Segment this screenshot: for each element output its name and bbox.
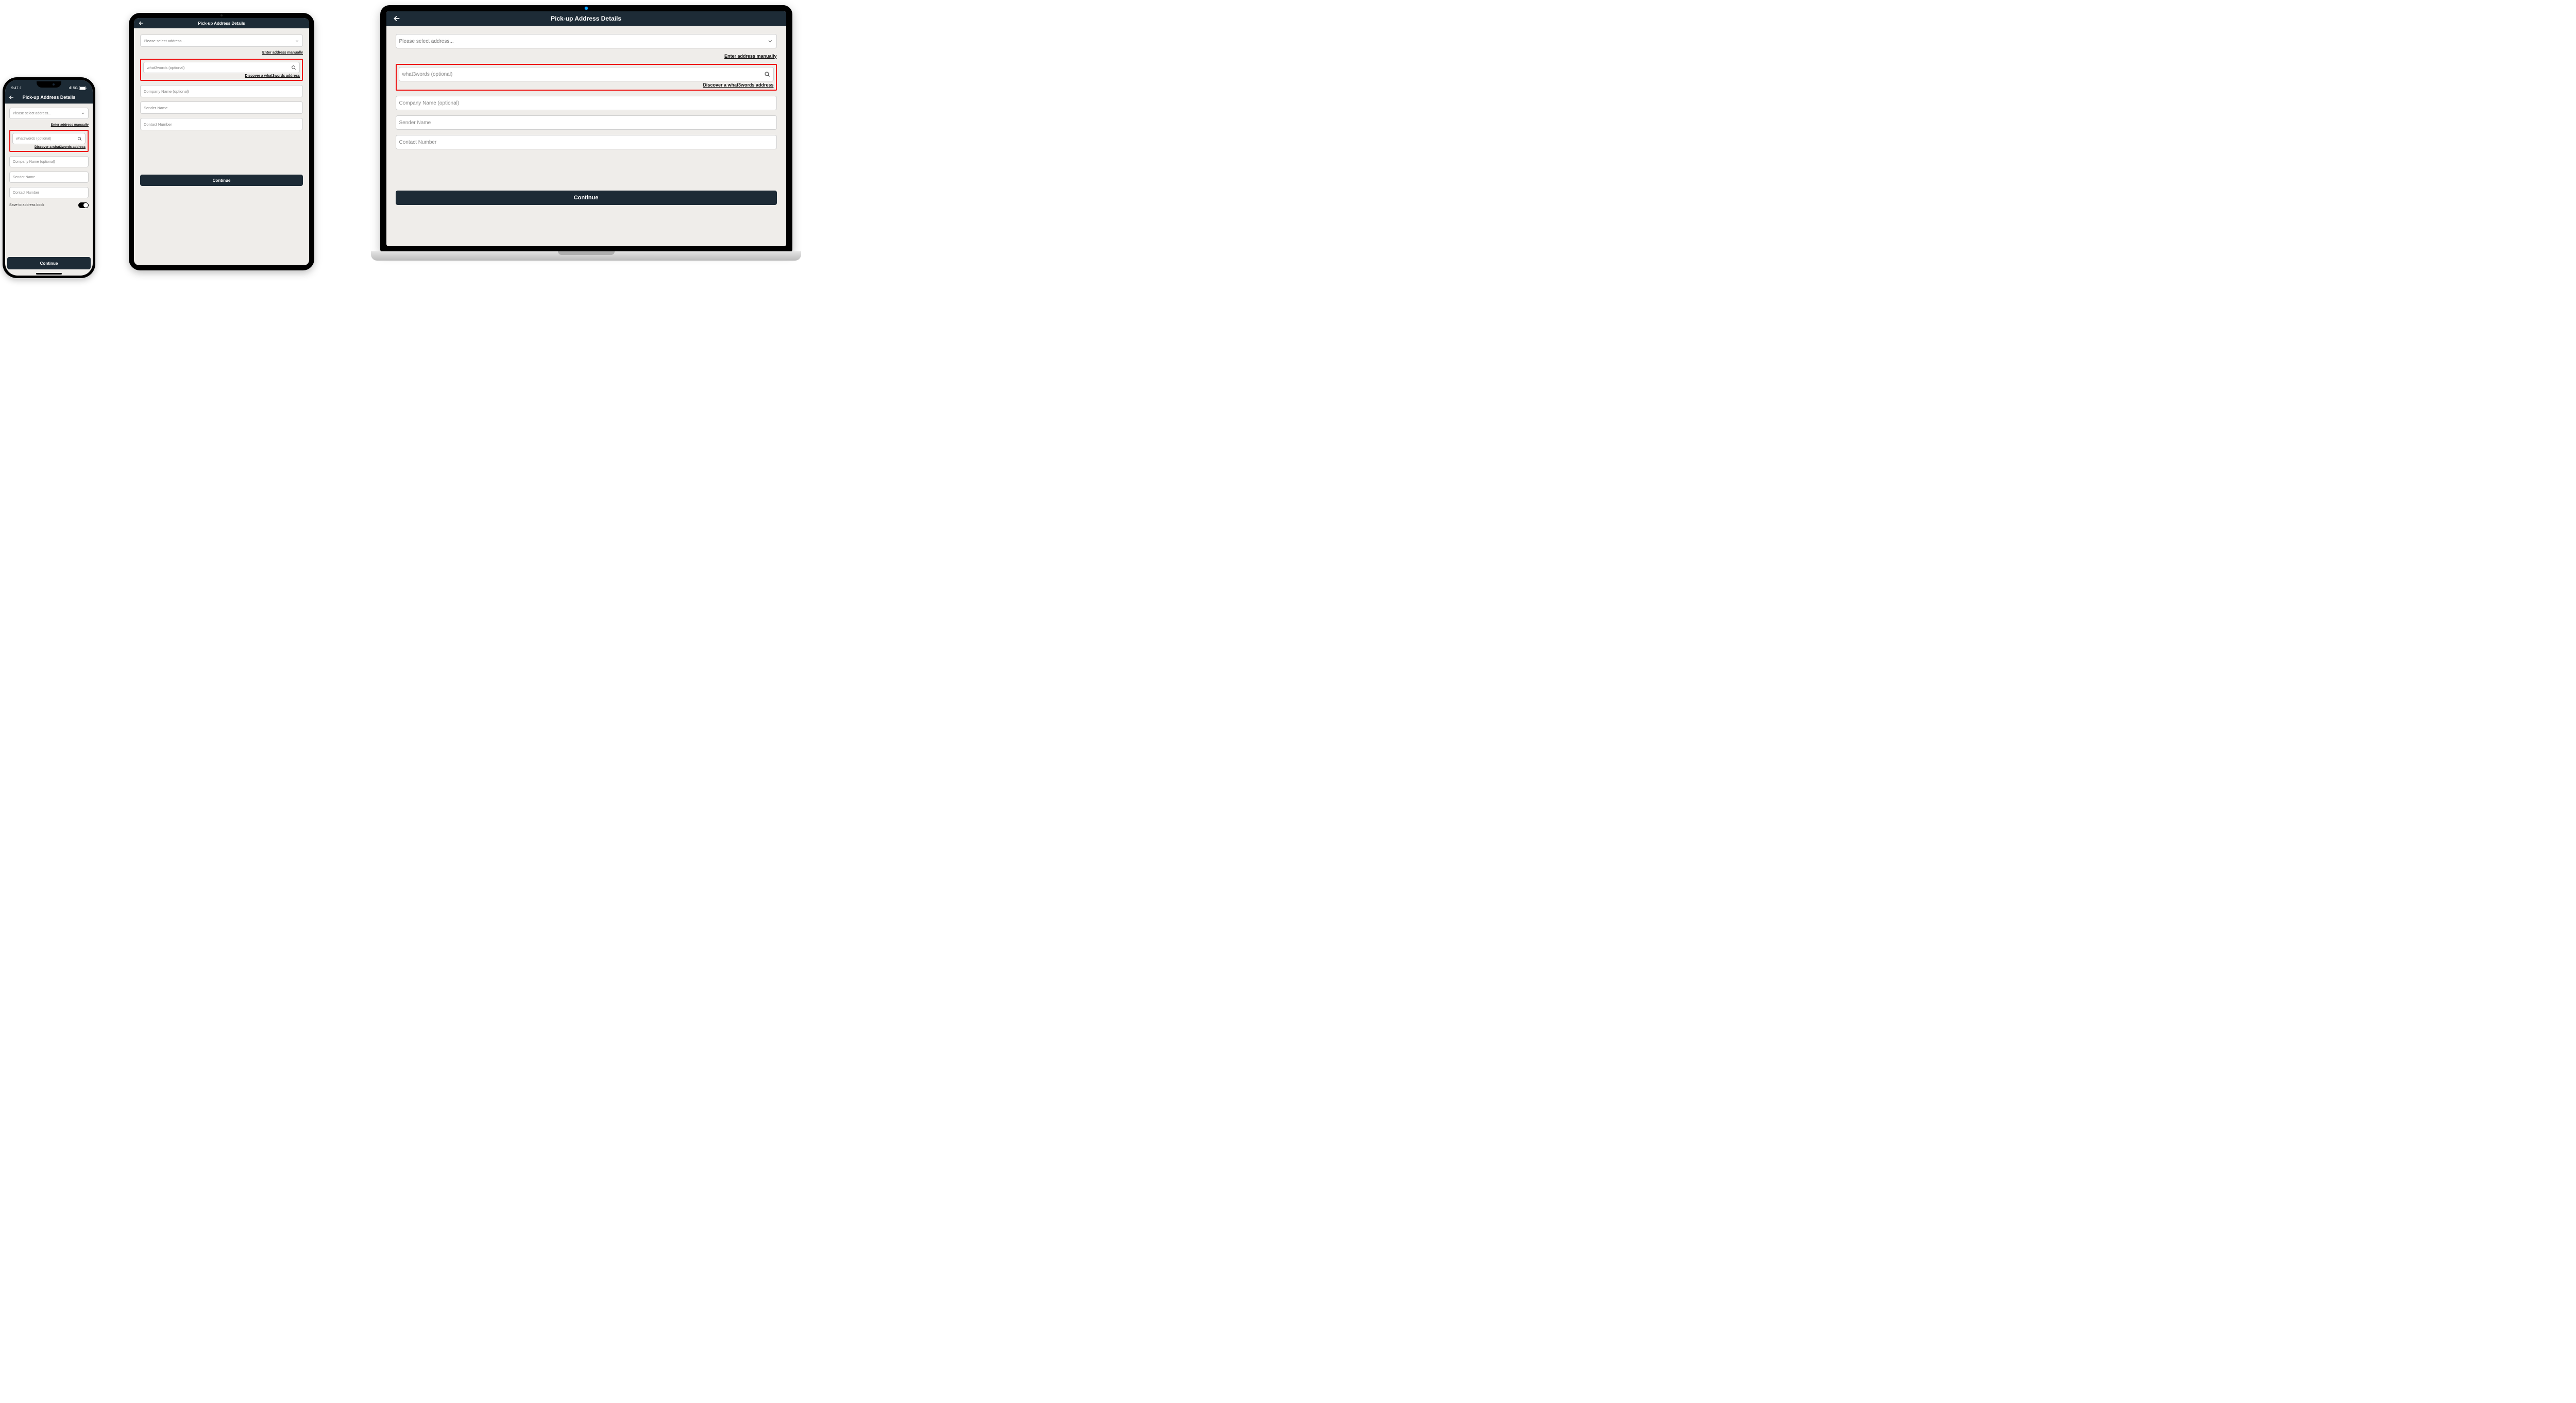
sender-name-field[interactable] [9, 172, 89, 183]
what3words-field[interactable] [399, 67, 774, 81]
network-label: 5G [73, 87, 78, 90]
address-select[interactable]: Please select address... [396, 34, 777, 48]
battery-icon [79, 87, 87, 90]
tablet-device-frame: Pick-up Address Details Please select ad… [129, 13, 314, 270]
app-bar: Pick-up Address Details [386, 11, 786, 26]
app-bar: Pick-up Address Details [134, 18, 309, 28]
address-select[interactable]: Please select address... [140, 35, 303, 47]
company-name-input[interactable] [144, 89, 299, 94]
chevron-down-icon [767, 38, 773, 44]
laptop-device-frame: Pick-up Address Details Please select ad… [371, 5, 801, 273]
company-name-input[interactable] [13, 160, 85, 164]
what3words-field[interactable] [143, 62, 300, 73]
enter-manually-link[interactable]: Enter address manually [51, 123, 89, 127]
sender-name-field[interactable] [396, 115, 777, 130]
what3words-input[interactable] [402, 72, 764, 77]
back-button[interactable] [138, 20, 144, 26]
sender-name-input[interactable] [13, 176, 85, 179]
sender-name-input[interactable] [399, 120, 773, 126]
page-title: Pick-up Address Details [5, 95, 93, 100]
contact-number-field[interactable] [140, 118, 303, 130]
search-icon[interactable] [764, 71, 770, 77]
page-title: Pick-up Address Details [386, 15, 786, 22]
what3words-field[interactable] [12, 133, 86, 144]
company-name-field[interactable] [140, 85, 303, 97]
sender-name-field[interactable] [140, 101, 303, 114]
contact-number-field[interactable] [396, 135, 777, 149]
status-time: 9:47 [11, 87, 19, 90]
laptop-screen: Pick-up Address Details Please select ad… [386, 11, 786, 246]
save-to-book-toggle[interactable] [78, 202, 89, 208]
contact-number-input[interactable] [399, 140, 773, 145]
spacer [140, 134, 303, 170]
moon-icon: ☾ [20, 87, 23, 90]
app-bar: Pick-up Address Details [5, 91, 93, 104]
contact-number-input[interactable] [13, 191, 85, 195]
continue-button[interactable]: Continue [7, 257, 91, 269]
discover-w3w-link[interactable]: Discover a what3words address [703, 82, 773, 88]
contact-number-input[interactable] [144, 122, 299, 127]
save-to-book-row: Save to address book [9, 202, 89, 208]
address-select[interactable]: Please select address... [9, 108, 89, 119]
what3words-highlight: Discover a what3words address [140, 59, 303, 81]
what3words-input[interactable] [16, 137, 77, 141]
contact-number-field[interactable] [9, 187, 89, 198]
spacer [9, 212, 89, 251]
continue-button[interactable]: Continue [396, 191, 777, 205]
form-body: Please select address... Enter address m… [386, 26, 786, 246]
chevron-down-icon [81, 111, 85, 115]
form-body: Please select address... Enter address m… [134, 28, 309, 265]
address-select-placeholder: Please select address... [144, 39, 185, 43]
form-body: Please select address... Enter address m… [5, 104, 93, 255]
search-icon[interactable] [291, 65, 296, 70]
company-name-input[interactable] [399, 100, 773, 106]
save-to-book-label: Save to address book [9, 203, 44, 207]
sender-name-input[interactable] [144, 106, 299, 110]
laptop-camera-icon [585, 7, 588, 10]
enter-manually-link[interactable]: Enter address manually [724, 54, 777, 59]
address-select-placeholder: Please select address... [13, 112, 51, 115]
what3words-highlight: Discover a what3words address [396, 64, 777, 91]
laptop-base [371, 251, 801, 261]
discover-w3w-link[interactable]: Discover a what3words address [35, 145, 86, 149]
chevron-down-icon [295, 39, 299, 43]
enter-manually-link[interactable]: Enter address manually [262, 51, 303, 55]
company-name-field[interactable] [396, 96, 777, 110]
laptop-lid: Pick-up Address Details Please select ad… [380, 5, 792, 252]
address-select-placeholder: Please select address... [399, 39, 454, 44]
discover-w3w-link[interactable]: Discover a what3words address [245, 74, 300, 78]
tablet-camera-icon [221, 14, 223, 16]
back-button[interactable] [393, 14, 401, 23]
page-title: Pick-up Address Details [134, 21, 309, 26]
signal-icon: ıll [69, 87, 72, 90]
phone-notch [37, 81, 61, 88]
tablet-screen: Pick-up Address Details Please select ad… [134, 18, 309, 265]
back-button[interactable] [8, 94, 14, 100]
phone-screen: 9:47 ☾ ıll 5G Pick-up Address Details [5, 80, 93, 276]
what3words-input[interactable] [147, 65, 291, 70]
what3words-highlight: Discover a what3words address [9, 130, 89, 152]
spacer [396, 155, 777, 185]
continue-button[interactable]: Continue [140, 175, 303, 186]
phone-device-frame: 9:47 ☾ ıll 5G Pick-up Address Details [3, 77, 95, 278]
search-icon[interactable] [77, 136, 82, 141]
company-name-field[interactable] [9, 156, 89, 167]
home-indicator[interactable] [36, 273, 62, 275]
